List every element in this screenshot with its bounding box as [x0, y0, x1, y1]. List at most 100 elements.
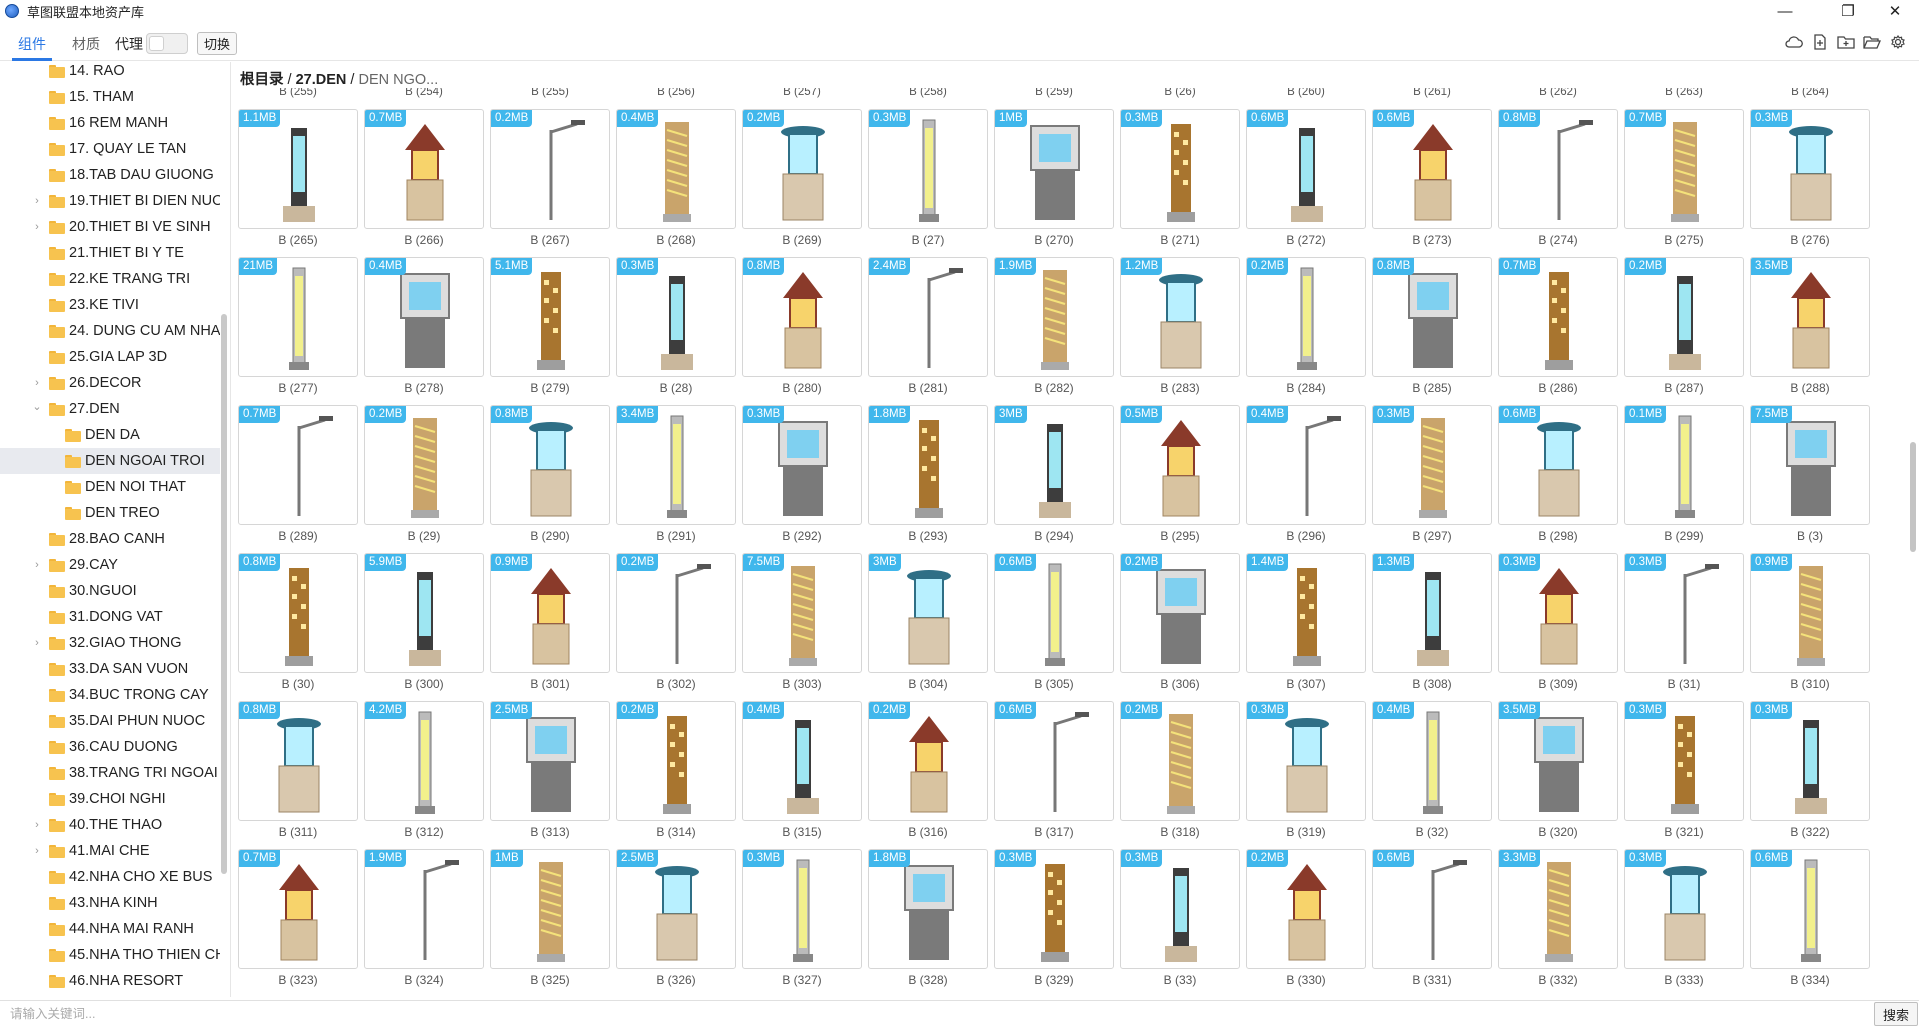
new-file-icon[interactable] — [1811, 34, 1829, 50]
grid-scroll-thumb[interactable] — [1910, 442, 1916, 552]
asset-card[interactable]: 0.7MB — [238, 405, 358, 525]
asset-card[interactable]: 3.4MB — [616, 405, 736, 525]
asset-card[interactable]: 0.3MB — [742, 405, 862, 525]
asset-card[interactable]: 0.3MB — [1624, 553, 1744, 673]
asset-card[interactable]: 0.2MB — [1120, 701, 1240, 821]
asset-card[interactable]: 3.3MB — [1498, 849, 1618, 969]
tree-item[interactable]: 31.DONG VAT — [0, 604, 220, 630]
cloud-icon[interactable] — [1785, 34, 1803, 50]
chevron-right-icon[interactable]: › — [32, 559, 42, 571]
tree-item[interactable]: 17. QUAY LE TAN — [0, 136, 220, 162]
asset-card[interactable]: 0.6MB — [1372, 109, 1492, 229]
asset-card[interactable]: 1.8MB — [868, 405, 988, 525]
tree-item[interactable]: 30.NGUOI — [0, 578, 220, 604]
asset-card[interactable]: 0.2MB — [616, 701, 736, 821]
asset-card[interactable]: 1.9MB — [364, 849, 484, 969]
settings-icon[interactable] — [1889, 34, 1907, 50]
tree-item[interactable]: 25.GIA LAP 3D — [0, 344, 220, 370]
asset-card[interactable]: 5.1MB — [490, 257, 610, 377]
asset-card[interactable]: 0.3MB — [616, 257, 736, 377]
tree-item[interactable]: 28.BAO CANH — [0, 526, 220, 552]
chevron-right-icon[interactable]: › — [32, 221, 42, 233]
asset-card[interactable]: 0.3MB — [1624, 701, 1744, 821]
tree-item[interactable]: 44.NHA MAI RANH — [0, 916, 220, 942]
tree-item[interactable]: › 20.THIET BI VE SINH — [0, 214, 220, 240]
tree-item[interactable]: 14. RAO — [0, 62, 220, 84]
tree-item[interactable]: 23.KE TIVI — [0, 292, 220, 318]
tree-item[interactable]: › 32.GIAO THONG — [0, 630, 220, 656]
tree-item[interactable]: 33.DA SAN VUON — [0, 656, 220, 682]
tab-components[interactable]: 组件 — [18, 34, 46, 54]
asset-card[interactable]: 0.6MB — [1372, 849, 1492, 969]
asset-card[interactable]: 0.8MB — [742, 257, 862, 377]
asset-card[interactable]: 3.5MB — [1498, 701, 1618, 821]
asset-card[interactable]: 0.8MB — [1498, 109, 1618, 229]
asset-card[interactable]: 0.1MB — [1624, 405, 1744, 525]
asset-card[interactable]: 0.2MB — [616, 553, 736, 673]
tree-item[interactable]: 46.NHA RESORT — [0, 968, 220, 994]
tree-item[interactable]: 36.CAU DUONG — [0, 734, 220, 760]
asset-card[interactable]: 0.5MB — [1120, 405, 1240, 525]
asset-card[interactable]: 0.9MB — [490, 553, 610, 673]
asset-card[interactable]: 0.2MB — [742, 109, 862, 229]
tree-item[interactable]: › 40.THE THAO — [0, 812, 220, 838]
asset-card[interactable]: 1.9MB — [994, 257, 1114, 377]
asset-card[interactable]: 0.7MB — [1498, 257, 1618, 377]
asset-card[interactable]: 2.4MB — [868, 257, 988, 377]
tree-item[interactable]: 45.NHA THO THIEN CHUA — [0, 942, 220, 968]
asset-card[interactable]: 0.4MB — [1372, 701, 1492, 821]
asset-card[interactable]: 0.3MB — [1372, 405, 1492, 525]
asset-card[interactable]: 1.4MB — [1246, 553, 1366, 673]
asset-card[interactable]: 0.3MB — [994, 849, 1114, 969]
chevron-right-icon[interactable]: › — [32, 637, 42, 649]
tree-item[interactable]: DEN NOI THAT — [0, 474, 220, 500]
proxy-toggle[interactable] — [146, 33, 188, 54]
asset-card[interactable]: 0.8MB — [490, 405, 610, 525]
asset-card[interactable]: 0.2MB — [1624, 257, 1744, 377]
asset-card[interactable]: 0.6MB — [1750, 849, 1870, 969]
asset-card[interactable]: 0.4MB — [616, 109, 736, 229]
tree-item[interactable]: DEN TREO — [0, 500, 220, 526]
tree-item[interactable]: 24. DUNG CU AM NHAC — [0, 318, 220, 344]
tree-item[interactable]: DEN DA — [0, 422, 220, 448]
asset-card[interactable]: 0.8MB — [238, 701, 358, 821]
asset-card[interactable]: 0.3MB — [1750, 701, 1870, 821]
asset-card[interactable]: 0.3MB — [868, 109, 988, 229]
tree-item[interactable]: › 19.THIET BI DIEN NUOC — [0, 188, 220, 214]
asset-card[interactable]: 5.9MB — [364, 553, 484, 673]
asset-card[interactable]: 0.2MB — [364, 405, 484, 525]
asset-card[interactable]: 0.4MB — [742, 701, 862, 821]
asset-card[interactable]: 21MB — [238, 257, 358, 377]
asset-card[interactable]: 0.2MB — [868, 701, 988, 821]
grid-scrollbar[interactable] — [1909, 62, 1917, 997]
asset-card[interactable]: 7.5MB — [742, 553, 862, 673]
asset-card[interactable]: 0.6MB — [994, 701, 1114, 821]
search-button[interactable]: 搜索 — [1874, 1002, 1918, 1026]
asset-card[interactable]: 3MB — [994, 405, 1114, 525]
asset-card[interactable]: 0.7MB — [364, 109, 484, 229]
chevron-right-icon[interactable]: › — [32, 195, 42, 207]
tree-item[interactable]: 21.THIET BI Y TE — [0, 240, 220, 266]
breadcrumb-parent[interactable]: 27.DEN — [296, 72, 347, 88]
asset-card[interactable]: 0.2MB — [1246, 257, 1366, 377]
tree-item[interactable]: 22.KE TRANG TRI — [0, 266, 220, 292]
switch-button[interactable]: 切换 — [197, 32, 237, 55]
asset-card[interactable]: 1MB — [490, 849, 610, 969]
asset-card[interactable]: 0.3MB — [1246, 701, 1366, 821]
minimize-button[interactable]: — — [1762, 0, 1808, 22]
asset-card[interactable]: 0.2MB — [1246, 849, 1366, 969]
asset-card[interactable]: 0.6MB — [994, 553, 1114, 673]
search-input[interactable] — [10, 1003, 1860, 1025]
asset-card[interactable]: 0.3MB — [1498, 553, 1618, 673]
tree-item[interactable]: 39.CHOI NGHI — [0, 786, 220, 812]
asset-card[interactable]: 2.5MB — [616, 849, 736, 969]
asset-card[interactable]: 2.5MB — [490, 701, 610, 821]
asset-card[interactable]: 0.3MB — [1624, 849, 1744, 969]
asset-card[interactable]: 4.2MB — [364, 701, 484, 821]
tree-item[interactable]: › 29.CAY — [0, 552, 220, 578]
maximize-button[interactable]: ❐ — [1825, 0, 1871, 22]
chevron-right-icon[interactable]: › — [32, 845, 42, 857]
sidebar-scrollbar[interactable] — [221, 62, 227, 997]
tree-item[interactable]: ⌄ 27.DEN — [0, 396, 220, 422]
asset-card[interactable]: 1.3MB — [1372, 553, 1492, 673]
